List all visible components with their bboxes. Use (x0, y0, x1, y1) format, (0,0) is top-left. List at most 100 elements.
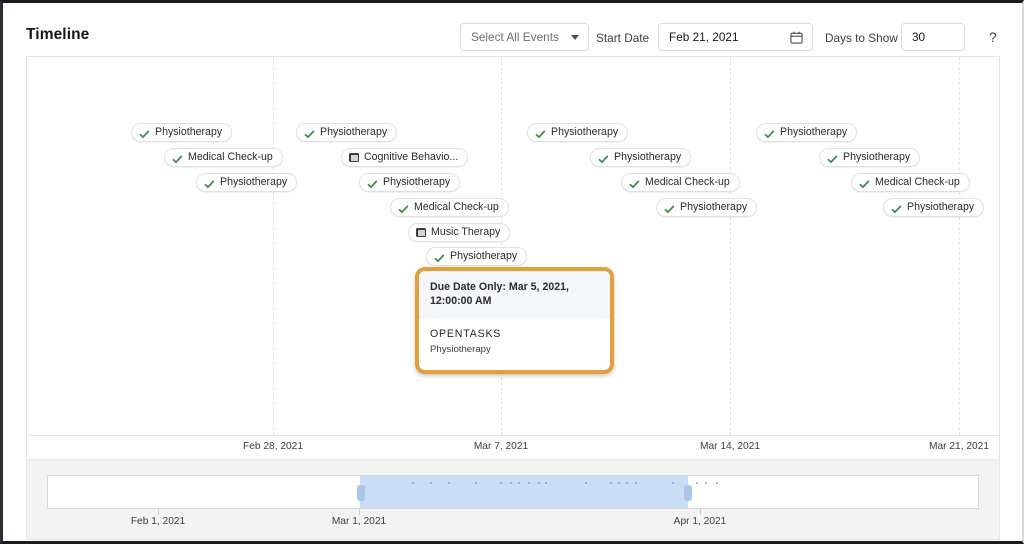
event-pill[interactable]: Physiotherapy (590, 148, 692, 167)
start-date-label: Start Date (596, 31, 650, 45)
tooltip-due-date: Due Date Only: Mar 5, 2021, 12:00:00 AM (430, 281, 569, 307)
event-pill[interactable]: Medical Check-up (164, 148, 283, 167)
event-pill[interactable]: Physiotherapy (359, 173, 461, 192)
navigator-event-dot (412, 482, 414, 484)
event-icon (416, 228, 426, 237)
check-icon (398, 202, 409, 214)
navigator-event-dot (500, 482, 502, 484)
check-icon (891, 202, 902, 214)
navigator-event-dot (672, 482, 674, 484)
gridline-0 (273, 57, 274, 435)
gridline-2 (730, 57, 731, 435)
page-title: Timeline (26, 26, 90, 43)
event-pill-label: Physiotherapy (220, 176, 288, 189)
start-date-value: Feb 21, 2021 (669, 30, 739, 44)
event-pill-label: Medical Check-up (188, 151, 273, 164)
timeline-axis: Feb 28, 2021 Mar 7, 2021 Mar 14, 2021 Mar 2… (27, 435, 999, 460)
event-pill-label: Medical Check-up (414, 201, 499, 214)
check-icon (204, 177, 215, 189)
event-pill[interactable]: Physiotherapy (819, 148, 921, 167)
navigator-tick (700, 509, 701, 515)
event-pill-label: Physiotherapy (843, 151, 911, 164)
navigator-event-dot (610, 482, 612, 484)
check-icon (629, 177, 640, 189)
event-tooltip: Due Date Only: Mar 5, 2021, 12:00:00 AM … (415, 267, 614, 374)
days-to-show-value: 30 (912, 30, 926, 44)
start-date-input[interactable]: Feb 21, 2021 (658, 23, 813, 51)
timeline-navigator[interactable]: Feb 1, 2021 Mar 1, 2021 Apr 1, 2021 (26, 459, 1000, 540)
tooltip-category: OPENTASKS (430, 328, 502, 340)
tooltip-detail: Physiotherapy (430, 344, 491, 355)
event-pill[interactable]: Physiotherapy (296, 123, 398, 142)
event-pill-label: Physiotherapy (680, 201, 748, 214)
navigator-axis: Feb 1, 2021 Mar 1, 2021 Apr 1, 2021 (47, 509, 979, 531)
navigator-selection-range[interactable] (360, 476, 688, 508)
axis-tick-label: Mar 21, 2021 (928, 441, 990, 452)
navigator-event-dot (705, 482, 707, 484)
check-icon (859, 177, 870, 189)
axis-tick-label: Mar 14, 2021 (699, 441, 761, 452)
event-pill[interactable]: Medical Check-up (390, 198, 509, 217)
event-pill-label: Physiotherapy (383, 176, 451, 189)
check-icon (598, 152, 609, 164)
check-icon (172, 152, 183, 164)
event-pill[interactable]: Medical Check-up (851, 173, 970, 192)
navigator-axis-label: Feb 1, 2021 (130, 516, 186, 527)
navigator-event-dot (696, 482, 698, 484)
navigator-event-dot (518, 482, 520, 484)
tooltip-header: Due Date Only: Mar 5, 2021, 12:00:00 AM (419, 271, 610, 318)
check-icon (304, 127, 315, 139)
check-icon (367, 177, 378, 189)
days-to-show-input[interactable]: 30 (901, 23, 965, 51)
navigator-event-dot (510, 482, 512, 484)
tooltip-body: OPENTASKS Physiotherapy (419, 318, 610, 356)
timeline-chart: Physiotherapy Medical Check-up Physiothera… (26, 56, 1000, 459)
timeline-window: Timeline Select All Events Start Date Fe… (0, 0, 1024, 544)
axis-tick-label: Mar 7, 2021 (473, 441, 529, 452)
event-pill[interactable]: Physiotherapy (527, 123, 629, 142)
event-pill-label: Medical Check-up (645, 176, 730, 189)
check-icon (434, 251, 445, 263)
chevron-down-icon (571, 35, 579, 40)
navigator-tick (359, 509, 360, 515)
event-pill[interactable]: Medical Check-up (621, 173, 740, 192)
event-pill-label: Physiotherapy (907, 201, 975, 214)
navigator-axis-label: Mar 1, 2021 (331, 516, 387, 527)
event-pill[interactable]: Music Therapy (408, 223, 511, 242)
event-pill[interactable]: Physiotherapy (756, 123, 858, 142)
event-pill[interactable]: Physiotherapy (426, 247, 528, 266)
event-pill-label: Physiotherapy (320, 126, 388, 139)
navigator-event-dot (585, 482, 587, 484)
event-pill-label: Physiotherapy (780, 126, 848, 139)
check-icon (664, 202, 675, 214)
help-icon[interactable]: ? (989, 29, 997, 45)
navigator-tick (158, 509, 159, 515)
event-pill-label: Cognitive Behavio... (364, 151, 459, 164)
navigator-event-dot (538, 482, 540, 484)
navigator-event-dot (716, 482, 718, 484)
navigator-event-dot (618, 482, 620, 484)
timeline-header: Timeline Select All Events Start Date Fe… (3, 3, 1022, 56)
event-pill[interactable]: Physiotherapy (131, 123, 233, 142)
navigator-event-dot (626, 482, 628, 484)
event-pill[interactable]: Physiotherapy (656, 198, 758, 217)
navigator-event-dot (430, 482, 432, 484)
calendar-icon[interactable] (790, 31, 803, 44)
event-icon (349, 153, 359, 162)
navigator-event-dot (528, 482, 530, 484)
event-pill[interactable]: Physiotherapy (883, 198, 985, 217)
gridline-3 (959, 57, 960, 435)
event-filter-dropdown[interactable]: Select All Events (460, 23, 589, 51)
navigator-handle-left[interactable] (357, 485, 365, 501)
check-icon (827, 152, 838, 164)
days-to-show-label: Days to Show (825, 31, 898, 45)
check-icon (764, 127, 775, 139)
event-pill[interactable]: Physiotherapy (196, 173, 298, 192)
navigator-event-dot (545, 482, 547, 484)
event-pill-label: Medical Check-up (875, 176, 960, 189)
gridline-1 (501, 57, 502, 435)
navigator-track[interactable] (47, 475, 979, 509)
check-icon (139, 127, 150, 139)
navigator-handle-right[interactable] (684, 485, 692, 501)
event-pill[interactable]: Cognitive Behavio... (341, 148, 469, 167)
